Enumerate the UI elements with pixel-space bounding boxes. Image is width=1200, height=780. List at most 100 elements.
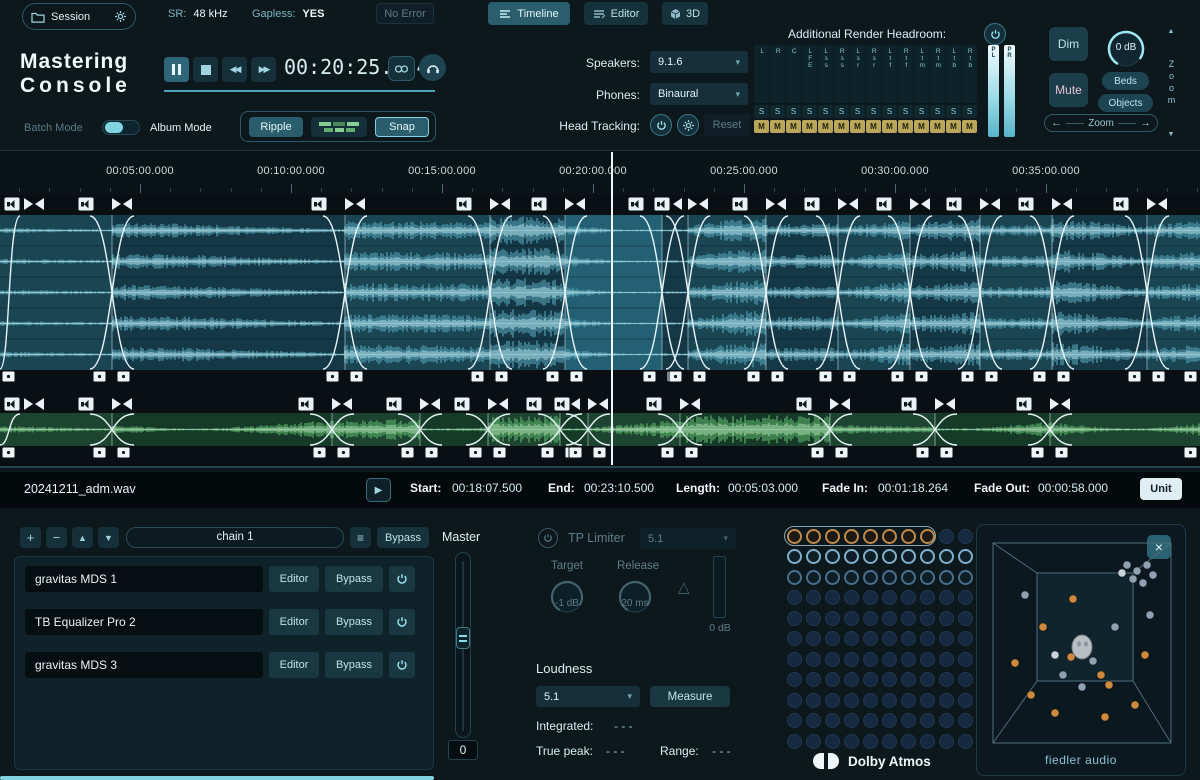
playhead[interactable] bbox=[611, 152, 613, 465]
clip-speaker-marker-icon[interactable] bbox=[804, 197, 820, 211]
speaker-dot[interactable] bbox=[920, 672, 935, 687]
audio-object-dot[interactable] bbox=[1123, 561, 1131, 569]
loudness-mode-dropdown[interactable]: 5.1▾ bbox=[536, 686, 640, 707]
chain-bypass-button[interactable]: Bypass bbox=[377, 527, 429, 548]
speaker-dot[interactable] bbox=[939, 529, 954, 544]
speaker-dot[interactable] bbox=[939, 652, 954, 667]
speaker-dot[interactable] bbox=[787, 549, 802, 564]
fade-marker-icon[interactable] bbox=[420, 398, 440, 410]
speaker-dot[interactable] bbox=[806, 713, 821, 728]
speaker-dot[interactable] bbox=[901, 529, 916, 544]
clip-speaker-marker-icon[interactable] bbox=[311, 197, 327, 211]
clip-speaker-marker-icon[interactable] bbox=[78, 197, 94, 211]
clip-edit-handle[interactable] bbox=[350, 371, 363, 382]
fade-marker-icon[interactable] bbox=[980, 198, 1000, 210]
3d-room-view[interactable] bbox=[985, 535, 1179, 751]
clip-edit-handle[interactable] bbox=[661, 447, 674, 458]
clip-speaker-marker-icon[interactable] bbox=[901, 397, 917, 411]
solo-button-ltb[interactable]: S bbox=[946, 105, 961, 118]
chain-move-up-button[interactable]: ▲ bbox=[72, 527, 93, 548]
audio-object-dot[interactable] bbox=[1118, 569, 1126, 577]
zoom-left-arrow-icon[interactable]: ← bbox=[1051, 117, 1062, 129]
speaker-dot[interactable] bbox=[787, 590, 802, 605]
speaker-dot[interactable] bbox=[787, 713, 802, 728]
audio-object-dot[interactable] bbox=[1027, 691, 1035, 699]
clip-speaker-marker-icon[interactable] bbox=[876, 197, 892, 211]
clip-speaker-marker-icon[interactable] bbox=[4, 197, 20, 211]
speaker-dot[interactable] bbox=[806, 631, 821, 646]
solo-button-c[interactable]: S bbox=[786, 105, 801, 118]
speaker-dot[interactable] bbox=[958, 652, 973, 667]
speaker-dot[interactable] bbox=[863, 570, 878, 585]
fade-marker-icon[interactable] bbox=[332, 398, 352, 410]
speaker-dot[interactable] bbox=[825, 590, 840, 605]
clip-edit-handle[interactable] bbox=[569, 447, 582, 458]
clip-edit-handle[interactable] bbox=[916, 447, 929, 458]
clip-start-value[interactable]: 00:18:07.500 bbox=[452, 481, 522, 495]
clip-edit-handle[interactable] bbox=[835, 447, 848, 458]
fade-marker-icon[interactable] bbox=[935, 398, 955, 410]
speaker-dot[interactable] bbox=[882, 652, 897, 667]
clip-speaker-marker-icon[interactable] bbox=[78, 397, 94, 411]
plugin-editor-button[interactable]: Editor bbox=[269, 652, 319, 678]
speaker-dot[interactable] bbox=[939, 734, 954, 749]
speaker-dot[interactable] bbox=[825, 713, 840, 728]
clip-edit-handle[interactable] bbox=[843, 371, 856, 382]
mute-button-ltb[interactable]: M bbox=[946, 120, 961, 133]
chain-scrollbar[interactable] bbox=[0, 776, 434, 780]
mute-button-r[interactable]: M bbox=[770, 120, 785, 133]
speaker-dot[interactable] bbox=[920, 631, 935, 646]
clip-edit-handle[interactable] bbox=[469, 447, 482, 458]
speaker-dot[interactable] bbox=[806, 693, 821, 708]
speaker-dot[interactable] bbox=[958, 529, 973, 544]
audio-object-dot[interactable] bbox=[1146, 611, 1154, 619]
speaker-dot[interactable] bbox=[939, 590, 954, 605]
fade-marker-icon[interactable] bbox=[490, 198, 510, 210]
solo-button-r[interactable]: S bbox=[770, 105, 785, 118]
speaker-dot[interactable] bbox=[958, 549, 973, 564]
clip-speaker-marker-icon[interactable] bbox=[456, 197, 472, 211]
chain-menu-button[interactable]: ≡ bbox=[350, 527, 371, 548]
render-headroom-power-button[interactable] bbox=[984, 23, 1006, 45]
tab-editor[interactable]: Editor bbox=[584, 2, 648, 25]
fade-marker-icon[interactable] bbox=[588, 398, 608, 410]
speaker-dot[interactable] bbox=[825, 611, 840, 626]
mute-button-rss[interactable]: M bbox=[834, 120, 849, 133]
mute-button-rtm[interactable]: M bbox=[930, 120, 945, 133]
chain-move-down-button[interactable]: ▼ bbox=[98, 527, 119, 548]
clip-speaker-marker-icon[interactable] bbox=[386, 397, 402, 411]
audio-object-dot[interactable] bbox=[1149, 571, 1157, 579]
speaker-dot[interactable] bbox=[806, 570, 821, 585]
loop-button[interactable] bbox=[388, 56, 415, 81]
solo-button-lss[interactable]: S bbox=[818, 105, 833, 118]
speaker-dot[interactable] bbox=[844, 590, 859, 605]
fade-marker-icon[interactable] bbox=[1147, 198, 1167, 210]
clip-edit-handle[interactable] bbox=[93, 447, 106, 458]
timeline-ruler[interactable]: 00:05:00.00000:10:00.00000:15:00.00000:2… bbox=[0, 150, 1200, 195]
clip-edit-handle[interactable] bbox=[471, 371, 484, 382]
clip-edit-handle[interactable] bbox=[669, 371, 682, 382]
solo-button-lsr[interactable]: S bbox=[850, 105, 865, 118]
speaker-dot[interactable] bbox=[806, 611, 821, 626]
clip-edit-handle[interactable] bbox=[117, 447, 130, 458]
speaker-dot[interactable] bbox=[920, 713, 935, 728]
clip-edit-handle[interactable] bbox=[326, 371, 339, 382]
solo-button-rss[interactable]: S bbox=[834, 105, 849, 118]
speaker-dot[interactable] bbox=[844, 734, 859, 749]
audio-object-dot[interactable] bbox=[1021, 591, 1029, 599]
clip-length-value[interactable]: 00:05:03.000 bbox=[728, 481, 798, 495]
solo-button-lfe[interactable]: S bbox=[802, 105, 817, 118]
speaker-dot[interactable] bbox=[882, 529, 897, 544]
speaker-dot[interactable] bbox=[844, 570, 859, 585]
speaker-dot[interactable] bbox=[787, 693, 802, 708]
speaker-dot[interactable] bbox=[863, 590, 878, 605]
chain-name-field[interactable]: chain 1 bbox=[126, 527, 344, 548]
clip-speaker-marker-icon[interactable] bbox=[4, 397, 20, 411]
no-error-button[interactable]: No Error bbox=[376, 3, 434, 24]
speaker-dot[interactable] bbox=[939, 713, 954, 728]
speaker-dot[interactable] bbox=[844, 713, 859, 728]
speaker-dot[interactable] bbox=[844, 672, 859, 687]
speaker-dot[interactable] bbox=[787, 631, 802, 646]
clip-edit-handle[interactable] bbox=[337, 447, 350, 458]
limiter-release-knob[interactable] bbox=[612, 576, 658, 618]
